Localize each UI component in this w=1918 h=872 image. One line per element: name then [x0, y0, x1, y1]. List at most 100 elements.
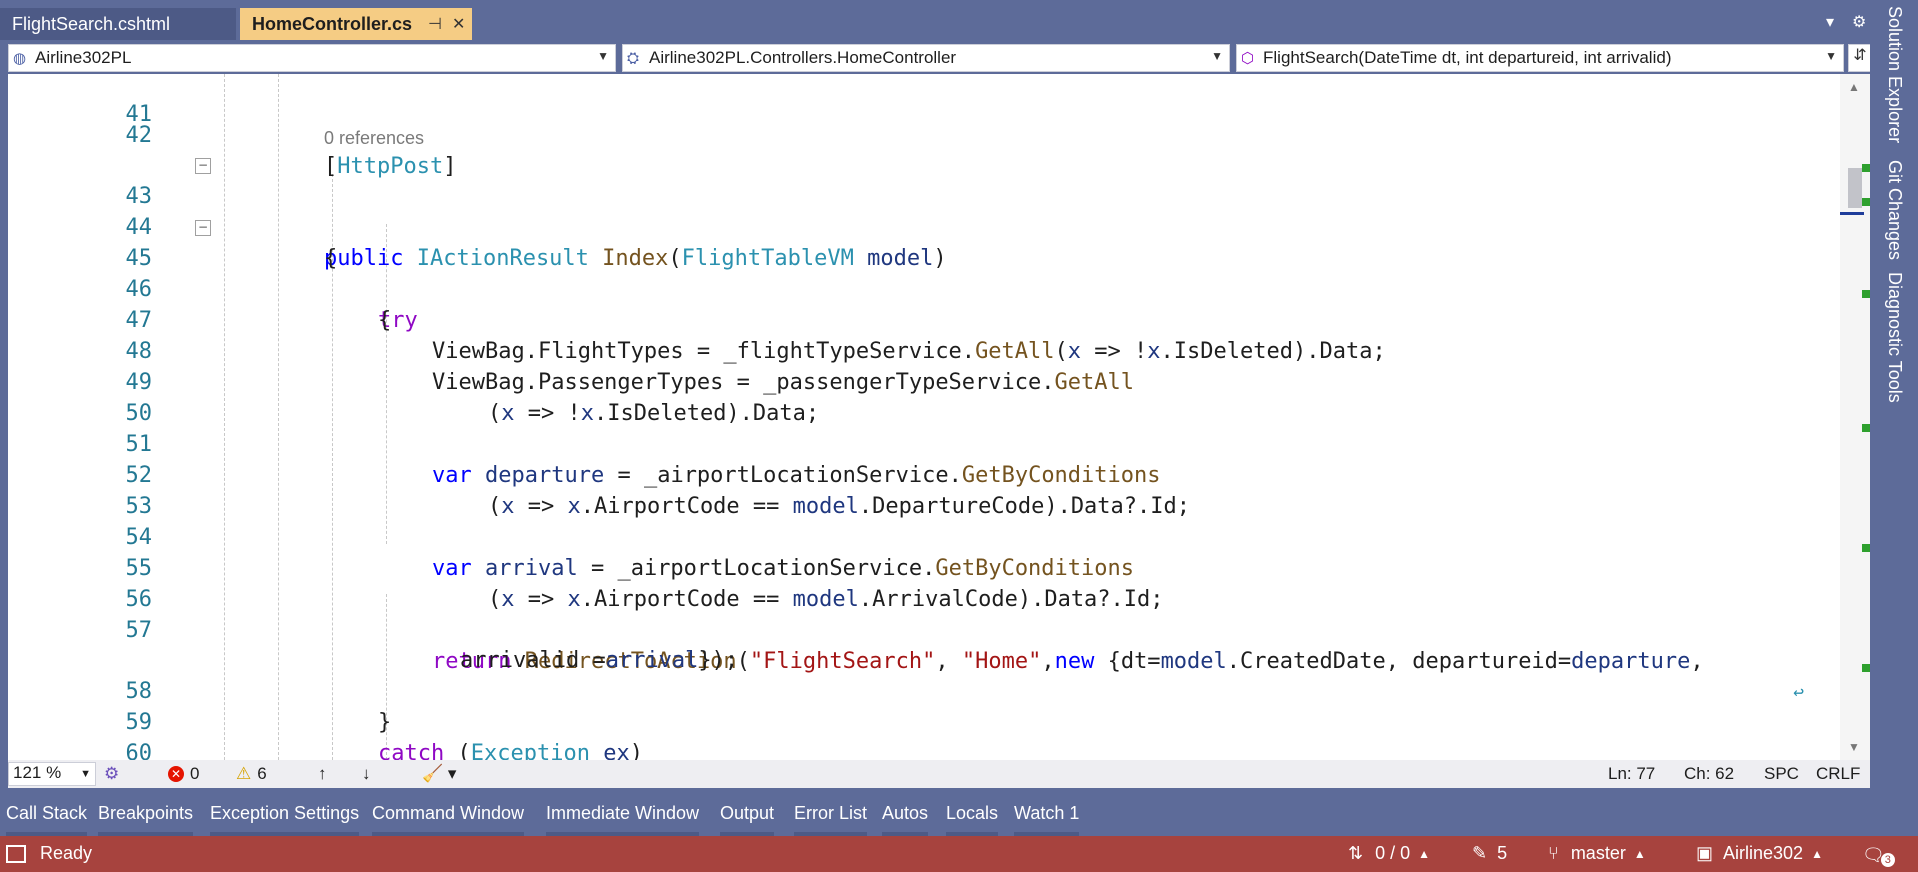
- zoom-level: 121 %: [13, 763, 62, 782]
- notifications-button[interactable]: 🗨 3: [1862, 843, 1895, 867]
- code-line: 45 − try: [8, 212, 1828, 333]
- document-tab-bar: FlightSearch.cshtml HomeController.cs ⊣ …: [0, 0, 1870, 40]
- navigation-bar: ◍ Airline302PL ▼ ⛭ Airline302PL.Controll…: [8, 44, 1872, 74]
- code-line: 58 }: [8, 645, 1828, 735]
- intellicode-icon[interactable]: ⚙: [104, 764, 119, 784]
- zoom-dropdown[interactable]: 121 % ▼: [8, 762, 96, 786]
- code-line: 59 catch (Exception ex): [8, 676, 1828, 760]
- chevron-up-icon: ▲: [1633, 846, 1646, 861]
- tab-output[interactable]: Output: [720, 800, 775, 836]
- chevron-down-icon: ▼: [80, 768, 91, 780]
- code-line: 46 {: [8, 243, 1828, 333]
- tab-immediate-window[interactable]: Immediate Window: [546, 800, 700, 836]
- ready-status: Ready: [6, 843, 92, 864]
- error-count[interactable]: ✕ 0: [168, 764, 199, 784]
- tab-exception-settings[interactable]: Exception Settings: [210, 800, 360, 836]
- scroll-down-icon[interactable]: ▼: [1848, 740, 1860, 754]
- pencil-icon: ✎: [1472, 843, 1488, 863]
- chevron-down-icon: ▼: [597, 49, 609, 63]
- warning-icon: ⚠: [236, 764, 252, 783]
- gear-icon[interactable]: ⚙: [1852, 12, 1866, 32]
- code-line: 56: [8, 553, 1828, 612]
- code-line: 43 − public IActionResult Index(FlightTa…: [8, 150, 1828, 271]
- chevron-down-icon: ▼: [1211, 49, 1223, 63]
- tab-locals[interactable]: Locals: [946, 800, 999, 836]
- code-line: 57 return RedirectToAction("FlightSearch…: [8, 584, 1828, 703]
- tab-command-window[interactable]: Command Window: [372, 800, 525, 836]
- next-issue-icon[interactable]: ↓: [362, 764, 371, 784]
- tab-flightsearch-cshtml[interactable]: FlightSearch.cshtml: [0, 8, 236, 40]
- line-number: 42: [125, 123, 153, 148]
- column-position[interactable]: Ch: 62: [1684, 764, 1734, 784]
- editor-status-bar: 121 % ▼ ⚙ ✕ 0 ⚠ 6 ↑ ↓ 🧹 ▾ Ln: 77 Ch: 62 …: [8, 760, 1870, 788]
- git-changes-status[interactable]: ⇅ 0 / 0 ▲: [1348, 843, 1430, 864]
- previous-issue-icon[interactable]: ↑: [318, 764, 327, 784]
- change-marker: [1862, 544, 1870, 552]
- method-icon: ⬡: [1241, 50, 1255, 67]
- repository-status[interactable]: ▣ Airline302 ▲: [1696, 843, 1823, 864]
- code-line: 61 ViewBag.ErrorMessage = "Ucus bulamadı…: [8, 738, 1828, 760]
- pin-icon[interactable]: ⊣: [428, 14, 442, 34]
- code-cleanup-icon[interactable]: 🧹 ▾: [422, 764, 456, 784]
- branch-name: master: [1570, 843, 1626, 863]
- vertical-scrollbar[interactable]: ▲ ▼: [1840, 74, 1870, 760]
- class-icon: ⛭: [627, 49, 640, 67]
- notification-count: 3: [1880, 853, 1895, 867]
- code-line: 54 var arrival = _airportLocationService…: [8, 491, 1828, 581]
- split-editor-button[interactable]: ⇵: [1848, 44, 1872, 72]
- project-name: Airline302PL: [35, 48, 132, 67]
- repository-name: Airline302: [1723, 843, 1804, 863]
- edits-count: 5: [1497, 843, 1508, 863]
- code-line-wrap: arrivalid =arrival});: [8, 614, 1828, 673]
- diagnostic-tools-tab[interactable]: Diagnostic Tools: [1884, 272, 1905, 403]
- error-icon: ✕: [168, 766, 184, 782]
- code-line: 60 {: [8, 707, 1828, 760]
- code-line: 47 ViewBag.FlightTypes = _flightTypeServ…: [8, 274, 1828, 364]
- side-tool-strip: Solution Explorer Git Changes Diagnostic…: [1870, 0, 1918, 836]
- code-line: 48 ViewBag.PassengerTypes = _passengerTy…: [8, 305, 1828, 395]
- code-line: 52 (x => x.AirportCode == model.Departur…: [8, 429, 1828, 519]
- tab-call-stack[interactable]: Call Stack: [6, 800, 88, 836]
- collapse-icon[interactable]: −: [195, 158, 211, 174]
- scrollbar-thumb[interactable]: [1848, 168, 1862, 208]
- codelens-references[interactable]: 0 references: [324, 128, 424, 149]
- project-dropdown[interactable]: ◍ Airline302PL ▼: [8, 44, 616, 72]
- chevron-down-icon[interactable]: ▾: [1826, 12, 1834, 32]
- indent-mode[interactable]: SPC: [1764, 764, 1799, 784]
- globe-icon: ◍: [13, 50, 27, 67]
- member-dropdown[interactable]: ⬡ FlightSearch(DateTime dt, int departur…: [1236, 44, 1844, 72]
- tab-label: HomeController.cs: [252, 13, 413, 34]
- code-line: 53: [8, 460, 1828, 519]
- code-line: 49 (x => !x.IsDeleted).Data;: [8, 336, 1828, 426]
- line-position[interactable]: Ln: 77: [1608, 764, 1655, 784]
- tab-homecontroller-cs[interactable]: HomeController.cs ⊣ ✕: [240, 8, 472, 40]
- tab-watch-1[interactable]: Watch 1: [1014, 800, 1080, 836]
- chevron-up-icon: ▲: [1418, 846, 1431, 861]
- close-icon[interactable]: ✕: [452, 14, 465, 34]
- scroll-up-icon[interactable]: ▲: [1848, 80, 1860, 94]
- caret-position-marker: [1840, 212, 1864, 215]
- class-dropdown[interactable]: ⛭ Airline302PL.Controllers.HomeControlle…: [622, 44, 1230, 72]
- tab-error-list[interactable]: Error List: [794, 800, 868, 836]
- change-marker: [1862, 290, 1870, 298]
- collapse-icon[interactable]: −: [195, 220, 211, 236]
- code-editor[interactable]: 41 42 [HttpPost] 0 references 43 − publi…: [8, 74, 1870, 760]
- chevron-up-icon: ▲: [1811, 846, 1823, 861]
- ide-window: FlightSearch.cshtml HomeController.cs ⊣ …: [0, 0, 1918, 872]
- code-line: 50: [8, 367, 1828, 426]
- tab-breakpoints[interactable]: Breakpoints: [98, 800, 194, 836]
- code-line: 44 {: [8, 181, 1828, 271]
- code-line: 42 [HttpPost]: [8, 89, 1828, 179]
- code-line: 55 (x => x.AirportCode == model.ArrivalC…: [8, 522, 1828, 612]
- warning-count[interactable]: ⚠ 6: [236, 764, 267, 784]
- change-marker: [1862, 424, 1870, 432]
- chevron-down-icon: ▼: [1825, 49, 1837, 63]
- pending-edits-status[interactable]: ✎ 5: [1472, 843, 1507, 864]
- tab-autos[interactable]: Autos: [882, 800, 929, 836]
- solution-explorer-tab[interactable]: Solution Explorer: [1884, 6, 1905, 143]
- change-marker: [1862, 664, 1870, 672]
- branch-status[interactable]: ⑂ master ▲: [1548, 843, 1646, 864]
- git-changes-tab[interactable]: Git Changes: [1884, 160, 1905, 260]
- code-area[interactable]: 41 42 [HttpPost] 0 references 43 − publi…: [8, 74, 1840, 760]
- line-ending[interactable]: CRLF: [1816, 764, 1860, 784]
